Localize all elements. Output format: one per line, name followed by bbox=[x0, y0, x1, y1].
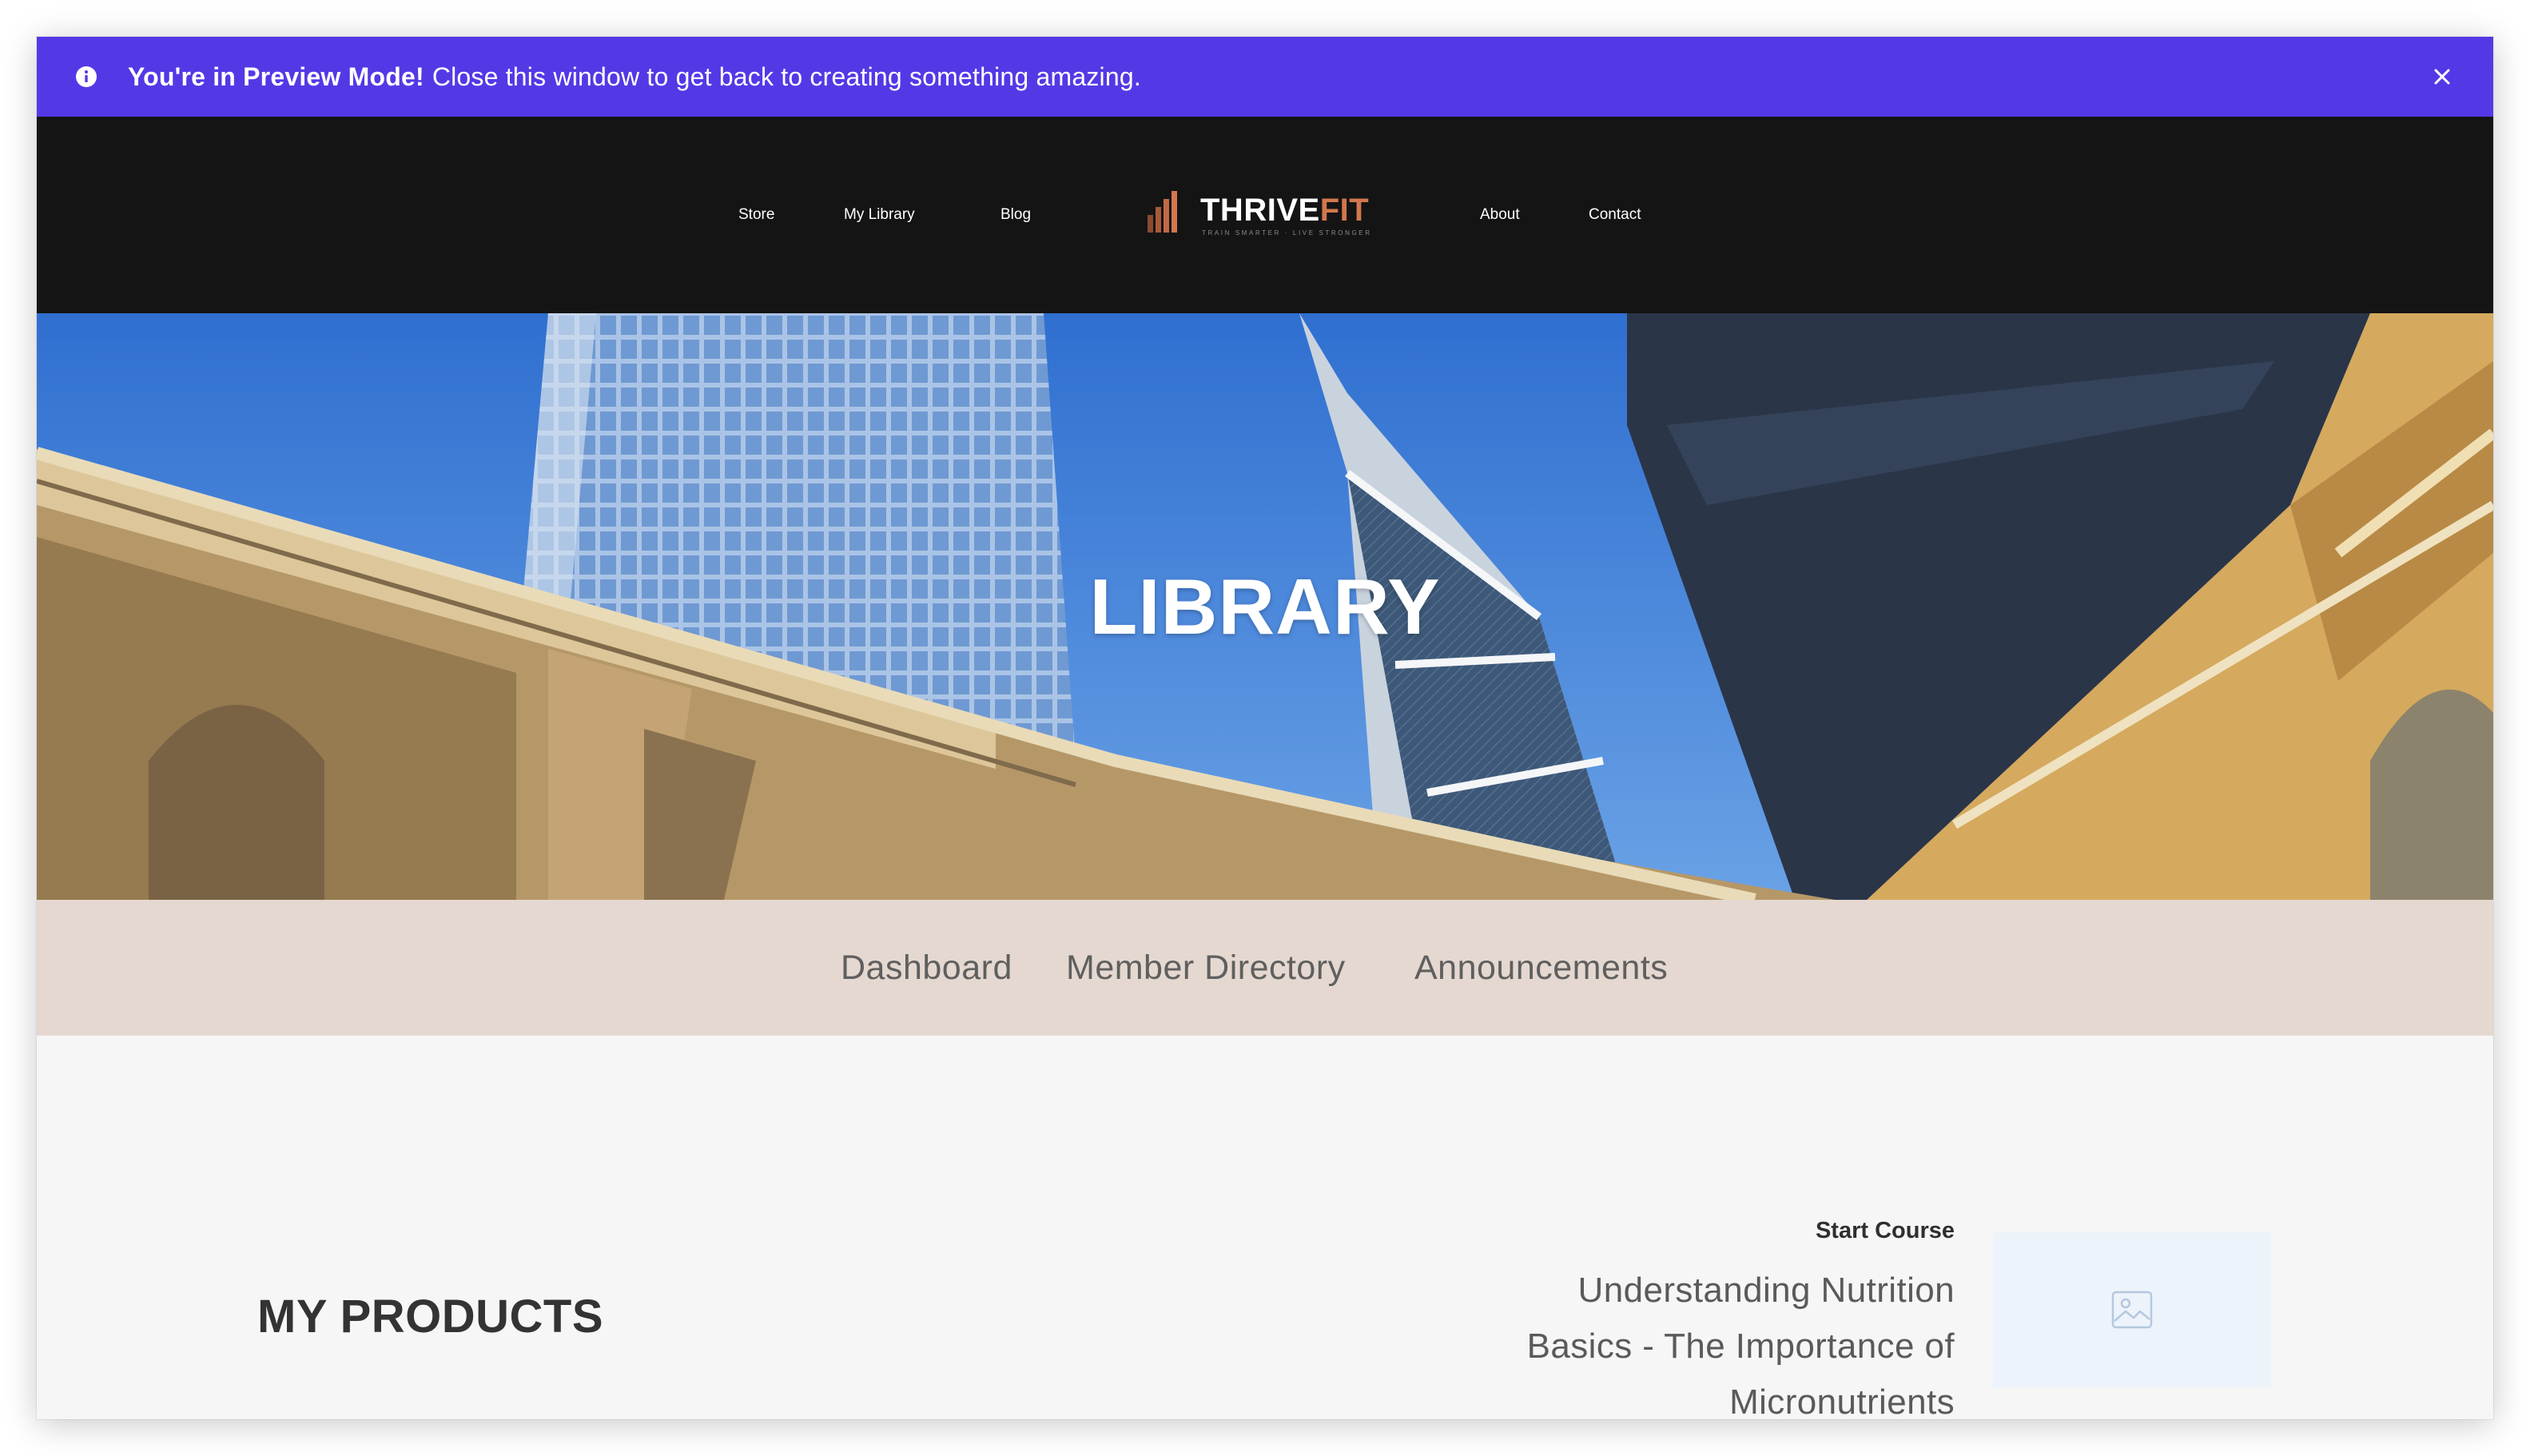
nav-link-contact[interactable]: Contact bbox=[1589, 117, 1641, 313]
nav-link-my-library[interactable]: My Library bbox=[844, 117, 915, 313]
member-subnav: Dashboard Member Directory Announcements bbox=[37, 900, 2493, 1036]
nav-link-store[interactable]: Store bbox=[738, 117, 774, 313]
section-title: MY PRODUCTS bbox=[257, 1291, 604, 1343]
subnav-dashboard[interactable]: Dashboard bbox=[841, 900, 1012, 1036]
course-title[interactable]: Understanding Nutrition Basics - The Imp… bbox=[1475, 1263, 1955, 1419]
close-icon[interactable] bbox=[2429, 64, 2455, 90]
logo-tagline: TRAIN SMARTER · LIVE STRONGER bbox=[1202, 229, 1372, 237]
site-header: Store My Library Blog THRIVEFIT TRAIN SM… bbox=[37, 117, 2493, 313]
browser-window: You're in Preview Mode! Close this windo… bbox=[37, 37, 2493, 1419]
subnav-announcements[interactable]: Announcements bbox=[1414, 900, 1668, 1036]
preview-mode-banner: You're in Preview Mode! Close this windo… bbox=[37, 37, 2493, 117]
products-section: MY PRODUCTS Start Course Understanding N… bbox=[37, 1036, 2493, 1419]
info-icon bbox=[76, 66, 97, 87]
preview-banner-bold-text: You're in Preview Mode! bbox=[128, 62, 424, 91]
preview-banner-text: Close this window to get back to creatin… bbox=[432, 62, 1141, 91]
start-course-link[interactable]: Start Course bbox=[1816, 1218, 1955, 1244]
hero-title: LIBRARY bbox=[1089, 562, 1441, 650]
logo-bars-icon bbox=[1148, 191, 1177, 233]
nav-link-blog[interactable]: Blog bbox=[1000, 117, 1031, 313]
logo-word-accent: FIT bbox=[1319, 193, 1370, 228]
image-placeholder-icon bbox=[2111, 1291, 2153, 1329]
site-logo[interactable]: THRIVEFIT TRAIN SMARTER · LIVE STRONGER bbox=[1148, 191, 1387, 242]
course-thumbnail[interactable] bbox=[1993, 1232, 2271, 1387]
logo-word-main: THRIVE bbox=[1200, 193, 1320, 228]
nav-link-about[interactable]: About bbox=[1480, 117, 1520, 313]
subnav-member-directory[interactable]: Member Directory bbox=[1066, 900, 1346, 1036]
logo-wordmark: THRIVEFIT bbox=[1200, 193, 1369, 228]
preview-banner-message: You're in Preview Mode! Close this windo… bbox=[128, 37, 1141, 117]
hero-banner: LIBRARY bbox=[37, 313, 2493, 900]
